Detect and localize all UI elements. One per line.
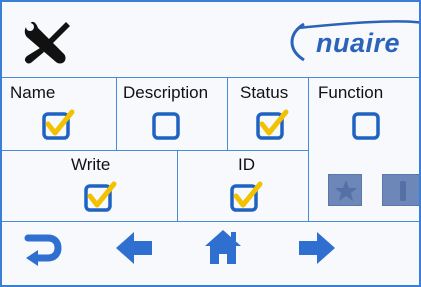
logo-text: nuaire <box>316 28 401 58</box>
device-screen: nuaire Name Description Status Function … <box>0 0 421 287</box>
forward-button[interactable] <box>297 230 337 266</box>
home-icon <box>205 230 241 264</box>
divider <box>308 78 309 221</box>
forward-arrow-icon <box>299 232 335 264</box>
star-button[interactable] <box>328 174 362 206</box>
back-arrow-icon <box>116 232 152 264</box>
write-checkbox[interactable] <box>84 180 117 212</box>
divider <box>2 221 419 222</box>
function-checkbox[interactable] <box>352 108 382 140</box>
star-icon <box>335 180 357 201</box>
id-checkbox[interactable] <box>230 180 263 212</box>
field-label-status: Status <box>240 83 289 102</box>
back-button[interactable] <box>114 230 154 266</box>
return-button[interactable] <box>22 230 62 266</box>
divider <box>227 78 228 150</box>
info-icon <box>400 181 406 201</box>
field-label-description: Description <box>123 83 209 102</box>
info-button[interactable] <box>382 174 419 206</box>
nuaire-logo: nuaire <box>286 16 419 68</box>
home-button[interactable] <box>203 228 243 264</box>
divider <box>177 151 178 221</box>
field-label-name: Name <box>10 83 56 102</box>
divider <box>2 150 308 151</box>
divider <box>116 78 117 150</box>
divider <box>2 77 419 78</box>
field-label-function: Function <box>318 83 384 102</box>
description-checkbox[interactable] <box>152 108 182 140</box>
return-icon <box>24 234 62 266</box>
status-checkbox[interactable] <box>256 108 289 140</box>
tools-icon[interactable] <box>20 16 76 66</box>
field-label-id: ID <box>238 155 255 174</box>
field-label-write: Write <box>71 155 111 174</box>
name-checkbox[interactable] <box>42 108 75 140</box>
